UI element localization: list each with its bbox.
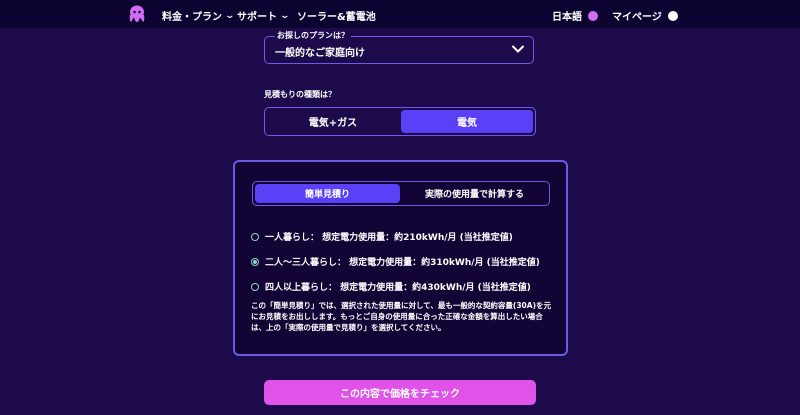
user-icon <box>667 10 678 21</box>
top-nav: 料金・プラン ⌄ サポート ⌄ ソーラー&蓄電池 日本語 マイページ <box>0 0 800 28</box>
tab-actual-usage[interactable]: 実際の使用量で計算する <box>402 184 547 203</box>
estimate-note: この「簡単見積り」では、選択された使用量に対して、最も一般的な契約容量(30A)… <box>251 301 551 332</box>
mypage-label: マイページ <box>612 12 662 23</box>
tab-simple-estimate[interactable]: 簡単見積り <box>255 184 400 203</box>
nav-item-label: ソーラー&蓄電池 <box>297 12 376 23</box>
mypage-link[interactable]: マイページ <box>612 8 678 23</box>
radio-button[interactable] <box>251 257 259 266</box>
estimate-option-elec[interactable]: 電気 <box>401 110 533 133</box>
check-price-button[interactable]: この内容で価格をチェック <box>264 380 536 405</box>
nav-item-label: 料金・プラン <box>162 12 222 23</box>
option-label: 二人〜三人暮らし： 想定電力使用量：約310kWh/月 (当社推定値) <box>265 258 540 268</box>
chevron-down-icon: ⌄ <box>224 10 236 21</box>
plan-select-label: お探しのプランは？ <box>275 30 351 41</box>
nav-item-pricing[interactable]: 料金・プラン ⌄ <box>162 8 236 24</box>
plan-select[interactable]: お探しのプランは？ 一般的なご家庭向け <box>264 30 534 64</box>
nav-item-solar[interactable]: ソーラー&蓄電池 <box>297 8 376 23</box>
estimate-option-elec-gas[interactable]: 電気+ガス <box>267 110 399 133</box>
option-label: 四人以上暮らし： 想定電力使用量：約430kWh/月 (当社推定値) <box>265 283 531 293</box>
household-option-single[interactable]: 一人暮らし： 想定電力使用量：約210kWh/月 (当社推定値) <box>251 230 513 243</box>
nav-item-label: サポート <box>237 12 277 23</box>
radio-button[interactable] <box>251 232 259 241</box>
estimate-type-label: 見積もりの種類は？ <box>264 90 336 99</box>
nav-item-support[interactable]: サポート ⌄ <box>237 8 291 24</box>
radio-button[interactable] <box>251 282 259 291</box>
globe-icon <box>588 10 598 21</box>
chevron-down-icon: ⌄ <box>279 10 291 21</box>
household-option-four-plus[interactable]: 四人以上暮らし： 想定電力使用量：約430kWh/月 (当社推定値) <box>251 280 531 293</box>
plan-select-value: 一般的なご家庭向け <box>275 48 365 59</box>
household-option-two-three[interactable]: 二人〜三人暮らし： 想定電力使用量：約310kWh/月 (当社推定値) <box>251 255 540 268</box>
language-label: 日本語 <box>552 12 582 23</box>
octopus-logo-icon[interactable] <box>127 4 147 24</box>
estimate-panel: 簡単見積り 実際の使用量で計算する 一人暮らし： 想定電力使用量：約210kWh… <box>233 160 568 356</box>
estimate-method-tabs: 簡単見積り 実際の使用量で計算する <box>252 181 550 206</box>
chevron-down-icon <box>512 45 524 53</box>
option-label: 一人暮らし： 想定電力使用量：約210kWh/月 (当社推定値) <box>265 233 513 243</box>
language-selector[interactable]: 日本語 <box>552 8 598 23</box>
estimate-type-toggle: 電気+ガス 電気 <box>264 107 536 136</box>
